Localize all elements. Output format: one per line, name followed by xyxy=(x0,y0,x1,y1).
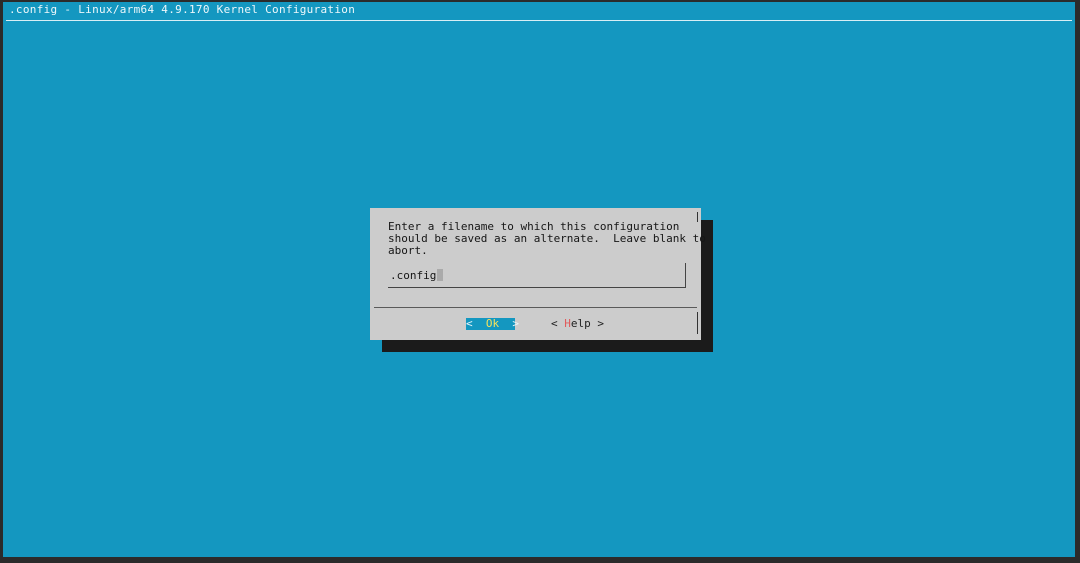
button-divider xyxy=(374,307,697,308)
filename-input[interactable]: .config xyxy=(388,263,686,288)
filename-input-value[interactable]: .config xyxy=(390,269,444,282)
ok-hotkey: O xyxy=(485,317,493,330)
dialog-border-top xyxy=(697,212,698,222)
help-right-bracket: > xyxy=(597,317,604,330)
ok-label-rest: k xyxy=(492,317,500,330)
prompt-text: Enter a filename to which this configura… xyxy=(388,221,706,257)
window-title: .config - Linux/arm64 4.9.170 Kernel Con… xyxy=(9,3,356,16)
text-cursor xyxy=(437,269,444,281)
filename-value-text: .config xyxy=(390,269,437,282)
prompt-line-3: abort. xyxy=(388,244,428,257)
prompt-line-2: should be saved as an alternate. Leave b… xyxy=(388,232,706,245)
help-hotkey: H xyxy=(564,317,571,330)
title-divider xyxy=(6,20,1072,21)
help-button[interactable]: < Help > xyxy=(551,318,604,330)
terminal-window: .config - Linux/arm64 4.9.170 Kernel Con… xyxy=(3,2,1075,557)
ok-button[interactable]: < Ok > xyxy=(466,317,519,330)
ok-left-bracket: < xyxy=(466,317,473,330)
ok-right-bracket: > xyxy=(512,317,519,330)
help-label-rest: elp xyxy=(570,317,591,330)
dialog-border-bottom xyxy=(697,312,698,334)
save-config-dialog: Enter a filename to which this configura… xyxy=(370,208,706,340)
help-left-bracket: < xyxy=(551,317,558,330)
